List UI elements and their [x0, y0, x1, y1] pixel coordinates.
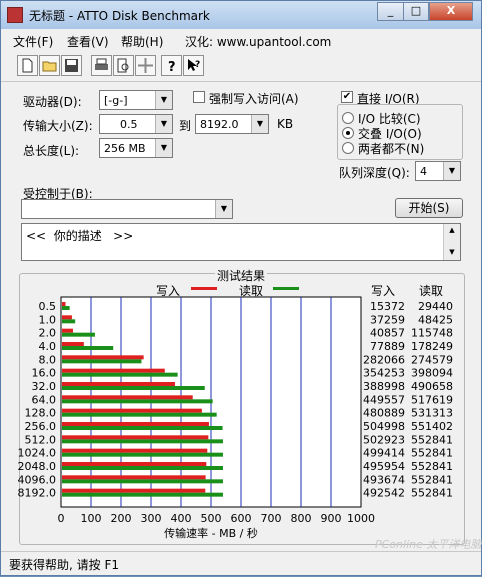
chevron-down-icon: ▼: [251, 115, 268, 133]
description-text: << 你的描述 >>: [26, 229, 134, 243]
transfer-to-value: 8192.0: [200, 118, 239, 131]
scroll-down-icon[interactable]: ▼: [444, 246, 460, 258]
controlled-by-select[interactable]: ▼: [21, 199, 233, 219]
radio-io-compare[interactable]: [342, 112, 354, 124]
queue-depth-label: 队列深度(Q):: [339, 166, 410, 180]
print-preview-icon[interactable]: [113, 55, 134, 76]
start-button[interactable]: 开始(S): [395, 198, 463, 218]
radio-neither[interactable]: [342, 142, 354, 154]
print-icon[interactable]: [91, 55, 112, 76]
chevron-down-icon: ▼: [215, 200, 232, 218]
open-folder-icon[interactable]: [39, 55, 60, 76]
column-read-header: 读取: [419, 284, 444, 298]
total-length-value: 256 MB: [104, 142, 146, 155]
new-document-icon[interactable]: [17, 55, 38, 76]
queue-depth-value: 4: [420, 165, 427, 178]
direct-io-checkbox[interactable]: ✔: [341, 91, 353, 103]
force-write-checkbox[interactable]: [193, 91, 205, 103]
status-bar: 要获得帮助, 请按 F1 PConline 太平洋电脑网: [1, 538, 482, 577]
force-write-label: 强制写入访问(A): [209, 92, 299, 106]
legend-write-label: 写入: [156, 284, 181, 298]
chevron-down-icon: ▼: [155, 115, 172, 133]
minimize-button[interactable]: _: [377, 2, 404, 21]
maximize-button[interactable]: □: [403, 2, 429, 21]
svg-text:?: ?: [195, 60, 200, 70]
drive-select-value: [-g-]: [104, 94, 128, 107]
transfer-from-value: 0.5: [120, 118, 138, 131]
save-icon[interactable]: [61, 55, 82, 76]
description-textarea[interactable]: << 你的描述 >> ▲ ▼: [21, 223, 461, 261]
radio-neither-label: 两者都不(N): [358, 142, 425, 156]
transfer-size-label: 传输大小(Z):: [23, 119, 93, 133]
transfer-to-select[interactable]: 8192.0 ▼: [195, 114, 269, 134]
window-title: 无标题 - ATTO Disk Benchmark: [29, 9, 210, 23]
title-bar[interactable]: 无标题 - ATTO Disk Benchmark _ □ X: [1, 1, 481, 29]
total-length-label: 总长度(L):: [23, 144, 80, 158]
close-button[interactable]: X: [429, 2, 473, 21]
queue-depth-select[interactable]: 4 ▼: [415, 161, 461, 181]
to-label: 到: [179, 119, 192, 133]
radio-overlapped-io[interactable]: [342, 127, 354, 139]
help-icon[interactable]: ?: [161, 55, 182, 76]
menu-help[interactable]: 帮助(H): [121, 33, 163, 50]
context-help-icon[interactable]: ?: [183, 55, 204, 76]
legend-read-label: 读取: [239, 284, 264, 298]
status-text: 要获得帮助, 请按 F1: [9, 558, 119, 572]
watermark-logo: PConline 太平洋电脑网: [375, 538, 482, 551]
move-icon[interactable]: [135, 55, 156, 76]
menu-bar: 文件(F) 查看(V) 帮助(H) 汉化: www.upantool.com: [1, 29, 481, 51]
scroll-up-icon[interactable]: ▲: [444, 224, 460, 236]
chevron-down-icon: ▼: [155, 91, 172, 109]
drive-label: 驱动器(D):: [23, 95, 82, 109]
transfer-from-select[interactable]: 0.5 ▼: [99, 114, 173, 134]
description-scrollbar[interactable]: ▲ ▼: [443, 224, 460, 260]
app-window: 无标题 - ATTO Disk Benchmark _ □ X 文件(F) 查看…: [0, 0, 482, 576]
total-length-select[interactable]: 256 MB ▼: [99, 138, 173, 158]
kb-label: KB: [277, 117, 294, 131]
results-group: [19, 273, 465, 545]
drive-select[interactable]: [-g-] ▼: [99, 90, 173, 110]
column-write-header: 写入: [371, 284, 396, 298]
menu-view[interactable]: 查看(V): [67, 33, 109, 50]
chevron-down-icon: ▼: [155, 139, 172, 157]
svg-text:?: ?: [168, 60, 176, 75]
toolbar: ? ?: [1, 51, 481, 82]
menu-localization[interactable]: 汉化: www.upantool.com: [185, 33, 331, 50]
menu-file[interactable]: 文件(F): [13, 33, 53, 50]
chevron-down-icon: ▼: [443, 162, 460, 180]
app-icon[interactable]: [7, 7, 23, 23]
